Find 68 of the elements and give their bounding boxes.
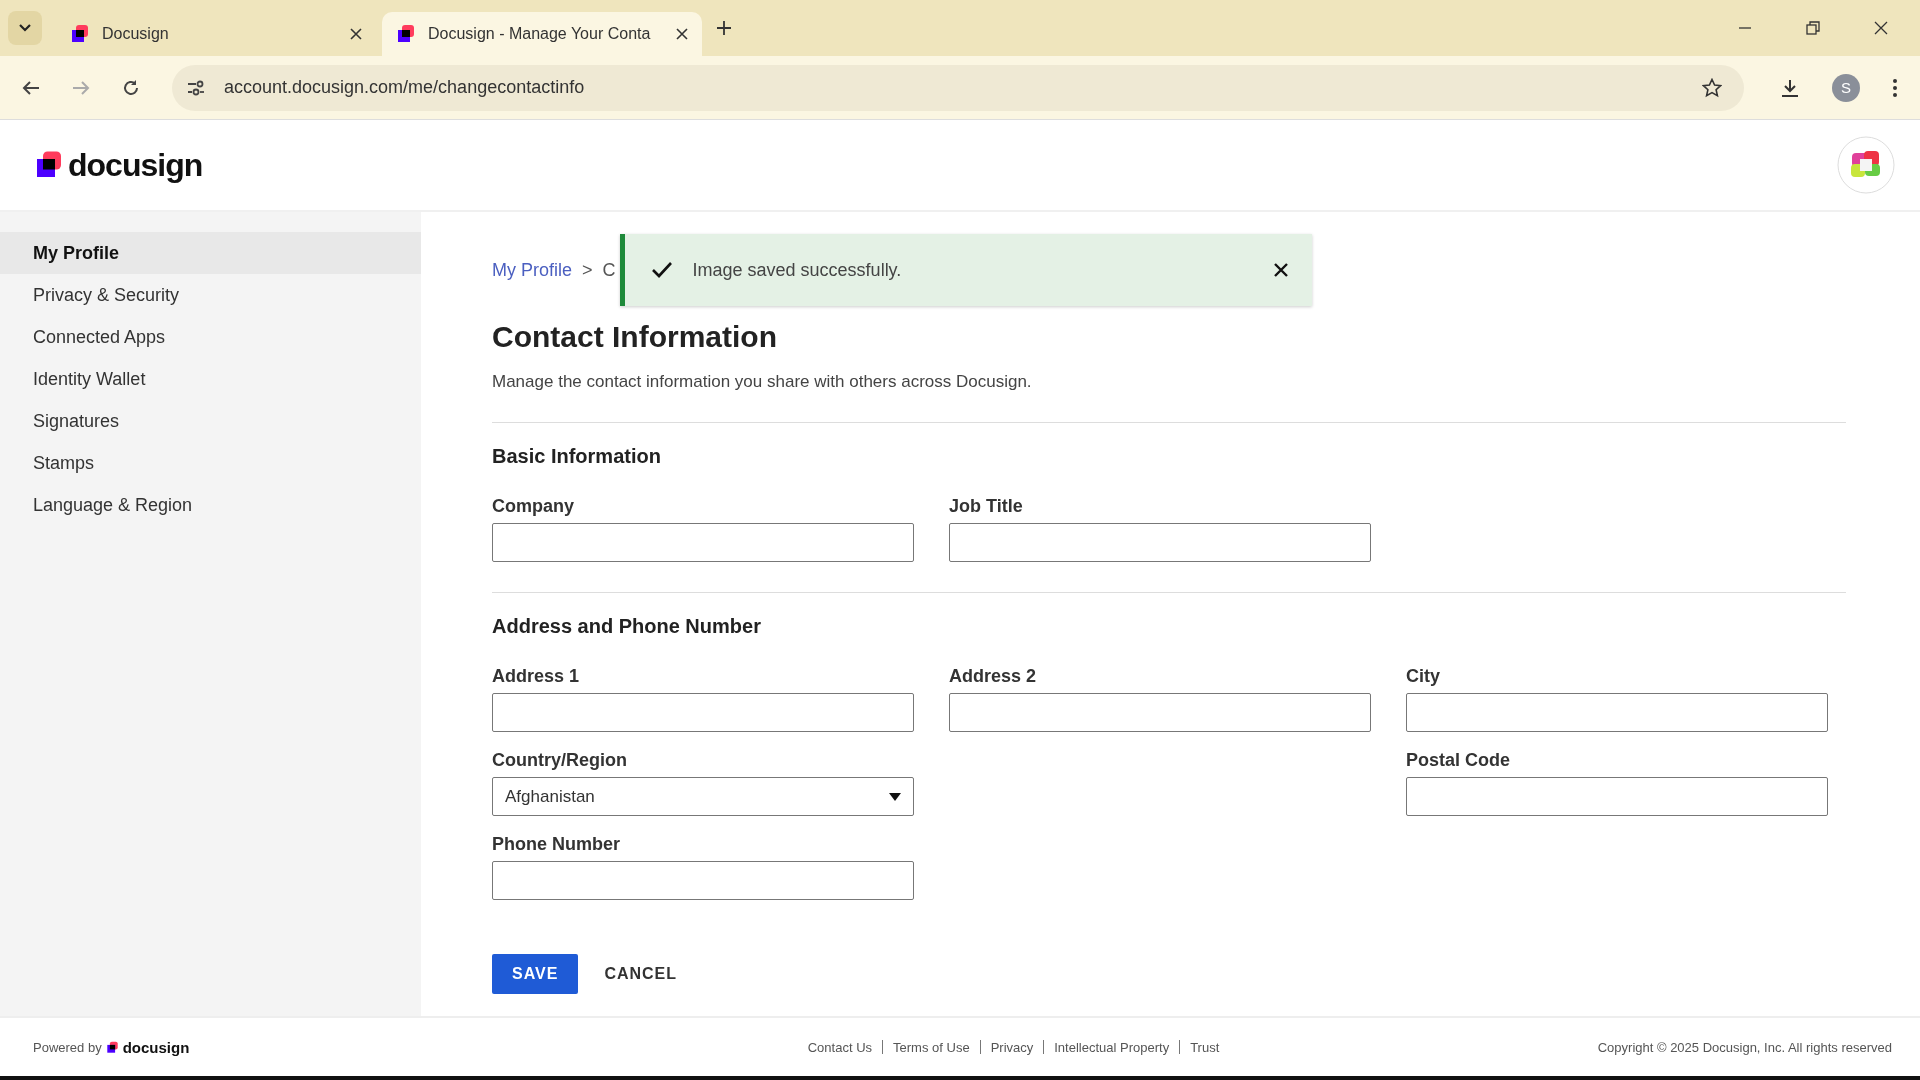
field-label: Address 1 xyxy=(492,666,581,687)
section-heading: Address and Phone Number xyxy=(492,615,762,638)
toast-message: Image saved successfully. xyxy=(692,259,902,281)
footer-link[interactable]: Intellectual Property xyxy=(1054,1039,1170,1055)
new-tab-icon[interactable] xyxy=(716,20,732,36)
close-icon[interactable] xyxy=(1273,263,1288,277)
sidebar-item[interactable]: Signatures xyxy=(0,400,421,442)
save-button[interactable]: SAVE xyxy=(492,954,579,994)
tab-list-button[interactable] xyxy=(8,11,42,45)
docusign-logo-icon xyxy=(105,1040,119,1054)
powered-by-text: Powered by xyxy=(33,1039,102,1055)
address-bar[interactable]: account.docusign.com/me/changecontactinfo xyxy=(172,64,1744,111)
sidebar-item[interactable]: Privacy & Security xyxy=(0,274,421,316)
site-settings-icon[interactable] xyxy=(186,78,206,97)
favicon-icon xyxy=(70,24,90,44)
field-label: Country/Region xyxy=(492,750,628,771)
restore-icon[interactable] xyxy=(1806,21,1820,35)
sidebar-item[interactable]: Stamps xyxy=(0,442,421,484)
reload-icon[interactable] xyxy=(122,78,140,97)
input-field[interactable] xyxy=(492,523,914,562)
field-label: Address 2 xyxy=(949,666,1038,687)
download-icon[interactable] xyxy=(1780,77,1800,98)
copyright-text: Copyright © 2025 Docusign, Inc. All rights reserved xyxy=(1597,1039,1892,1055)
logo-text: docusign xyxy=(68,146,203,184)
url-text: account.docusign.com/me/changecontactinfo xyxy=(224,77,585,98)
field-label: Company xyxy=(492,496,575,517)
input-field[interactable] xyxy=(1406,777,1828,816)
tab-title: Docusign - Manage Your Conta xyxy=(428,25,652,43)
breadcrumb-link[interactable]: My Profile xyxy=(492,259,572,281)
checkmark-icon xyxy=(650,261,673,279)
back-arrow-icon[interactable] xyxy=(22,79,40,96)
breadcrumb-separator: > xyxy=(582,259,593,281)
star-icon[interactable] xyxy=(1702,77,1722,98)
page-description: Manage the contact information you share with others across Docusign. xyxy=(492,372,1846,423)
favicon-icon xyxy=(396,24,416,44)
docusign-logo-icon xyxy=(34,150,64,180)
browser-tab[interactable]: Docusign xyxy=(56,12,376,56)
caret-icon xyxy=(889,792,901,801)
breadcrumb-link[interactable]: C xyxy=(602,259,616,281)
field-label: Job Title xyxy=(949,496,1024,517)
sidebar-item[interactable]: Connected Apps xyxy=(0,316,421,358)
dropdown[interactable]: Afghanistan xyxy=(492,777,914,816)
field-label: Postal Code xyxy=(1406,750,1512,771)
field-label: Phone Number xyxy=(492,834,621,855)
field-label: City xyxy=(1406,666,1441,687)
input-field[interactable] xyxy=(949,693,1371,732)
close-icon[interactable] xyxy=(676,28,688,40)
section-heading: Basic Information xyxy=(492,445,662,468)
logo-text: docusign xyxy=(122,1038,190,1056)
footer-link[interactable]: Terms of Use xyxy=(893,1039,970,1055)
input-field[interactable] xyxy=(492,693,914,732)
close-icon[interactable] xyxy=(1874,21,1888,35)
tab-title: Docusign xyxy=(102,25,170,43)
cancel-button[interactable]: CANCEL xyxy=(584,954,698,994)
chevron-down-icon xyxy=(19,24,31,32)
footer-link[interactable]: Trust xyxy=(1190,1039,1220,1055)
close-icon[interactable] xyxy=(350,28,362,40)
footer-link[interactable]: Contact Us xyxy=(807,1039,873,1055)
sidebar-item[interactable]: My Profile xyxy=(0,232,421,274)
footer-link[interactable]: Privacy xyxy=(990,1039,1034,1055)
input-field[interactable] xyxy=(1406,693,1828,732)
sidebar-item[interactable]: Language & Region xyxy=(0,484,421,526)
more-menu-icon[interactable] xyxy=(1892,77,1898,98)
input-field[interactable] xyxy=(492,861,914,900)
page-title: Contact Information xyxy=(492,320,778,354)
input-field[interactable] xyxy=(949,523,1371,562)
sidebar-item[interactable]: Identity Wallet xyxy=(0,358,421,400)
browser-tab[interactable]: Docusign - Manage Your Conta xyxy=(382,12,702,56)
